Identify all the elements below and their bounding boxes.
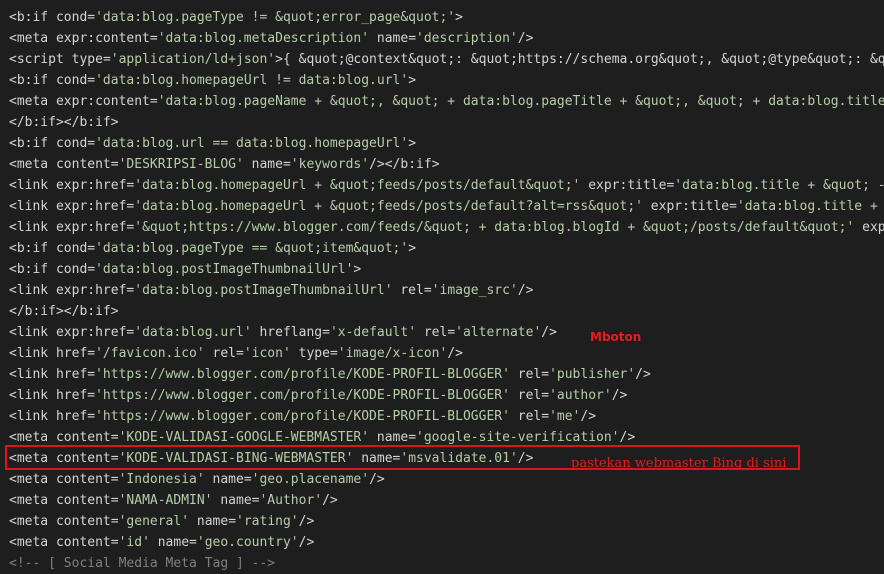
code-line: <link expr:href='data:blog.postImageThum… — [9, 283, 534, 298]
code-line: <link expr:href='data:blog.homepageUrl +… — [9, 178, 884, 193]
code-line: <link href='https://www.blogger.com/prof… — [9, 388, 628, 403]
code-line: <meta content='general' name='rating'/> — [9, 514, 315, 529]
code-line: <b:if cond='data:blog.postImageThumbnail… — [9, 262, 362, 277]
code-line: <link expr:href='data:blog.url' hreflang… — [9, 325, 557, 340]
instruction-label: pastekan webmaster Bing di sini — [571, 456, 787, 471]
code-line: <link expr:href='&quot;https://www.blogg… — [9, 220, 884, 235]
code-editor[interactable]: <b:if cond='data:blog.pageType != &quot;… — [0, 0, 884, 574]
code-line: <link href='https://www.blogger.com/prof… — [9, 367, 651, 382]
code-line: <meta expr:content='data:blog.metaDescri… — [9, 31, 534, 46]
code-line: <meta content='id' name='geo.country'/> — [9, 535, 315, 550]
code-line: <meta content='Indonesia' name='geo.plac… — [9, 472, 385, 487]
code-line: <link href='/favicon.ico' rel='icon' typ… — [9, 346, 463, 361]
watermark-label: Mboton — [590, 330, 642, 344]
code-line: <meta content='NAMA-ADMIN' name='Author'… — [9, 493, 338, 508]
code-line: </b:if></b:if> — [9, 115, 119, 130]
code-line: <meta content='DESKRIPSI-BLOG' name='key… — [9, 157, 440, 172]
code-line: <b:if cond='data:blog.url == data:blog.h… — [9, 136, 417, 151]
code-line: <b:if cond='data:blog.homepageUrl != dat… — [9, 73, 417, 88]
code-line: <b:if cond='data:blog.pageType != &quot;… — [9, 10, 463, 25]
code-line: <script type='application/ld+json'>{ &qu… — [9, 52, 884, 67]
code-line: <b:if cond='data:blog.pageType == &quot;… — [9, 241, 417, 256]
code-line: <meta expr:content='data:blog.pageName +… — [9, 94, 884, 109]
code-line: <link expr:href='data:blog.homepageUrl +… — [9, 199, 878, 214]
code-line: <link href='https://www.blogger.com/prof… — [9, 409, 597, 424]
code-line: </b:if></b:if> — [9, 304, 119, 319]
code-line: <!-- [ Social Media Meta Tag ] --> — [9, 556, 276, 571]
